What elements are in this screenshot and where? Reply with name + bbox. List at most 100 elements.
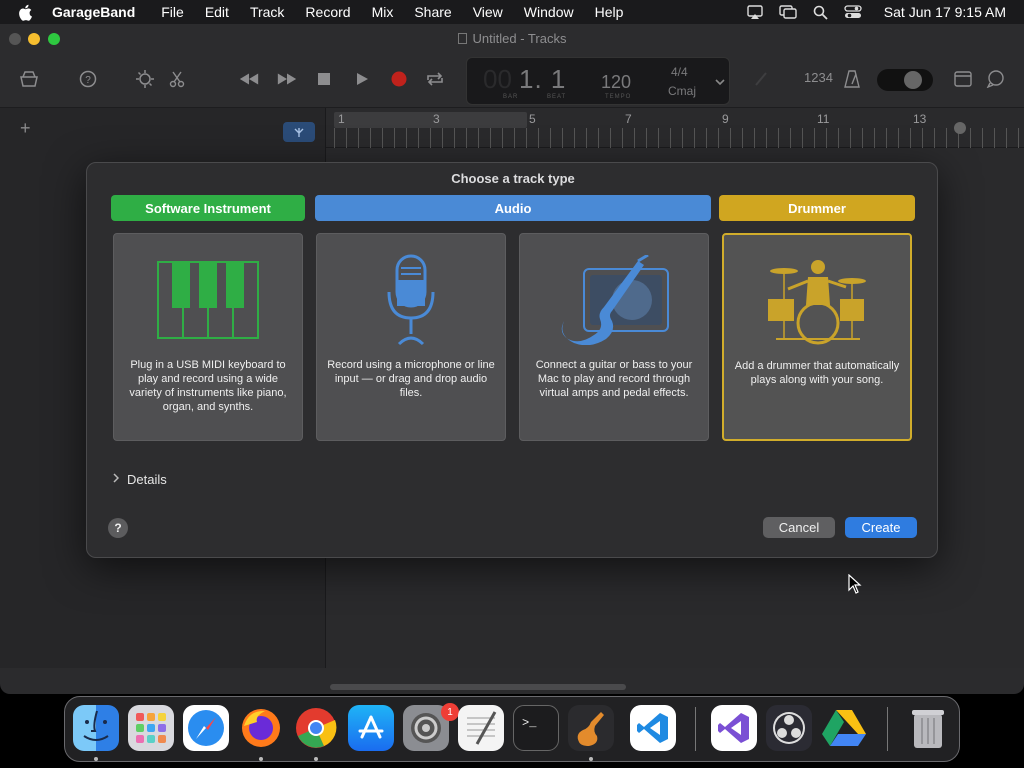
- count-in-button[interactable]: 1234: [804, 70, 833, 85]
- card-software-instrument-desc: Plug in a USB MIDI keyboard to play and …: [129, 359, 287, 413]
- lcd-time-signature[interactable]: 4/4: [671, 65, 688, 79]
- dock-trash-icon[interactable]: [905, 705, 951, 751]
- volume-knob[interactable]: [904, 71, 922, 89]
- svg-text:?: ?: [85, 75, 91, 86]
- dock-garageband-icon[interactable]: [568, 705, 614, 751]
- category-audio[interactable]: Audio: [315, 195, 711, 221]
- cycle-region[interactable]: [334, 112, 527, 128]
- menu-help[interactable]: Help: [595, 4, 624, 20]
- control-center-icon[interactable]: [844, 5, 862, 19]
- ruler-ticks: [334, 128, 1024, 148]
- editors-scissors-icon[interactable]: [166, 68, 188, 90]
- apple-menu-icon[interactable]: [18, 4, 36, 21]
- lcd-ghost-digits: 00: [483, 64, 512, 94]
- category-drummer[interactable]: Drummer: [719, 195, 915, 221]
- help-button[interactable]: ?: [108, 518, 128, 538]
- ruler-bar-7: 7: [625, 112, 632, 126]
- menu-share[interactable]: Share: [414, 4, 451, 20]
- microphone-icon: [317, 252, 505, 348]
- dock-chrome-icon[interactable]: [293, 705, 339, 751]
- tuner-icon[interactable]: [750, 68, 772, 90]
- dock-obs-icon[interactable]: [766, 705, 812, 751]
- dock-app-store-icon[interactable]: [348, 705, 394, 751]
- dock-textedit-icon[interactable]: [458, 705, 504, 751]
- dock-launchpad-icon[interactable]: [128, 705, 174, 751]
- menu-track[interactable]: Track: [250, 4, 284, 20]
- dock-safari-icon[interactable]: [183, 705, 229, 751]
- menu-bar: GarageBand File Edit Track Record Mix Sh…: [0, 0, 1024, 24]
- menu-record[interactable]: Record: [305, 4, 350, 20]
- library-icon[interactable]: [18, 68, 40, 90]
- dock-finder-icon[interactable]: [73, 705, 119, 751]
- menu-app-name[interactable]: GarageBand: [52, 4, 135, 20]
- finder-running-dot: [94, 757, 98, 761]
- menu-mix[interactable]: Mix: [372, 4, 394, 20]
- dock-terminal-icon[interactable]: >_: [513, 705, 559, 751]
- rewind-icon[interactable]: [238, 68, 260, 90]
- card-audio-guitar[interactable]: Connect a guitar or bass to your Mac to …: [519, 233, 709, 441]
- ruler-bar-11: 11: [817, 112, 830, 126]
- ruler-bar-9: 9: [722, 112, 729, 126]
- master-volume-slider[interactable]: [877, 69, 933, 91]
- menu-file[interactable]: File: [161, 4, 184, 20]
- details-label: Details: [127, 472, 167, 487]
- menu-edit[interactable]: Edit: [205, 4, 229, 20]
- cancel-button[interactable]: Cancel: [763, 517, 835, 538]
- dock-google-drive-icon[interactable]: [821, 705, 867, 751]
- dock-firefox-icon[interactable]: [238, 705, 284, 751]
- metronome-icon[interactable]: [841, 68, 863, 90]
- choose-track-type-dialog: Choose a track type Software Instrument …: [86, 162, 938, 558]
- record-icon[interactable]: [388, 68, 410, 90]
- catch-playhead-button[interactable]: [283, 122, 315, 142]
- lcd-display[interactable]: 00 1. 1 BAR BEAT 120 TEMPO 4/4 Cmaj: [466, 57, 730, 105]
- display-icon[interactable]: [779, 4, 797, 20]
- ruler-bar-13: 13: [913, 112, 927, 126]
- lcd-key[interactable]: Cmaj: [668, 84, 696, 98]
- disclosure-chevron-icon: [113, 473, 120, 486]
- details-disclosure[interactable]: Details: [113, 472, 167, 487]
- zoom-slider-knob[interactable]: [954, 122, 966, 134]
- menu-window[interactable]: Window: [524, 4, 574, 20]
- add-track-button[interactable]: +: [20, 118, 31, 139]
- card-software-instrument[interactable]: Plug in a USB MIDI keyboard to play and …: [113, 233, 303, 441]
- card-drummer[interactable]: Add a drummer that automatically plays a…: [722, 233, 912, 441]
- quick-help-icon[interactable]: ?: [77, 68, 99, 90]
- toolbar: ? 00 1. 1 BAR BEAT 120 TEMPO 4/4 Cmaj 12…: [0, 52, 1024, 108]
- window-title: Untitled - Tracks: [0, 31, 1024, 46]
- timeline-ruler[interactable]: 1 3 5 7 9 11 13: [326, 108, 1024, 148]
- lcd-bar-beat: 1. 1: [519, 64, 567, 94]
- category-software-instrument[interactable]: Software Instrument: [111, 195, 305, 221]
- firefox-running-dot: [259, 757, 263, 761]
- title-bar: Untitled - Tracks: [0, 24, 1024, 52]
- airplay-icon[interactable]: [747, 4, 763, 20]
- smart-controls-icon[interactable]: [134, 68, 156, 90]
- lcd-tempo-label: TEMPO: [605, 94, 632, 100]
- dock-separator-2: [887, 707, 888, 751]
- guitar-amp-icon: [520, 252, 708, 348]
- dock-visual-studio-icon[interactable]: [711, 705, 757, 751]
- search-icon[interactable]: [813, 5, 828, 20]
- ruler-bar-5: 5: [529, 112, 536, 126]
- lcd-bar-label: BAR: [503, 94, 519, 100]
- loop-browser-icon[interactable]: [985, 68, 1007, 90]
- lcd-tempo[interactable]: 120: [601, 72, 631, 93]
- menu-clock[interactable]: Sat Jun 17 9:15 AM: [884, 4, 1006, 20]
- dialog-title: Choose a track type: [451, 171, 575, 186]
- cycle-icon[interactable]: [424, 68, 446, 90]
- mouse-cursor-icon: [848, 573, 862, 599]
- garageband-running-dot: [589, 757, 593, 761]
- piano-keys-icon: [114, 252, 302, 348]
- create-button[interactable]: Create: [845, 517, 917, 538]
- fast-forward-icon[interactable]: [276, 68, 298, 90]
- notepad-icon[interactable]: [952, 68, 974, 90]
- dock: 1 >_: [64, 696, 960, 762]
- stop-icon[interactable]: [313, 68, 335, 90]
- play-icon[interactable]: [351, 68, 373, 90]
- lcd-beat-label: BEAT: [547, 94, 567, 100]
- menu-bar-status: Sat Jun 17 9:15 AM: [731, 0, 1006, 24]
- horizontal-scrollbar[interactable]: [330, 684, 626, 690]
- lcd-menu-chevron-icon[interactable]: [715, 75, 725, 89]
- card-audio-microphone[interactable]: Record using a microphone or line input …: [316, 233, 506, 441]
- menu-view[interactable]: View: [473, 4, 503, 20]
- dock-vscode-icon[interactable]: [630, 705, 676, 751]
